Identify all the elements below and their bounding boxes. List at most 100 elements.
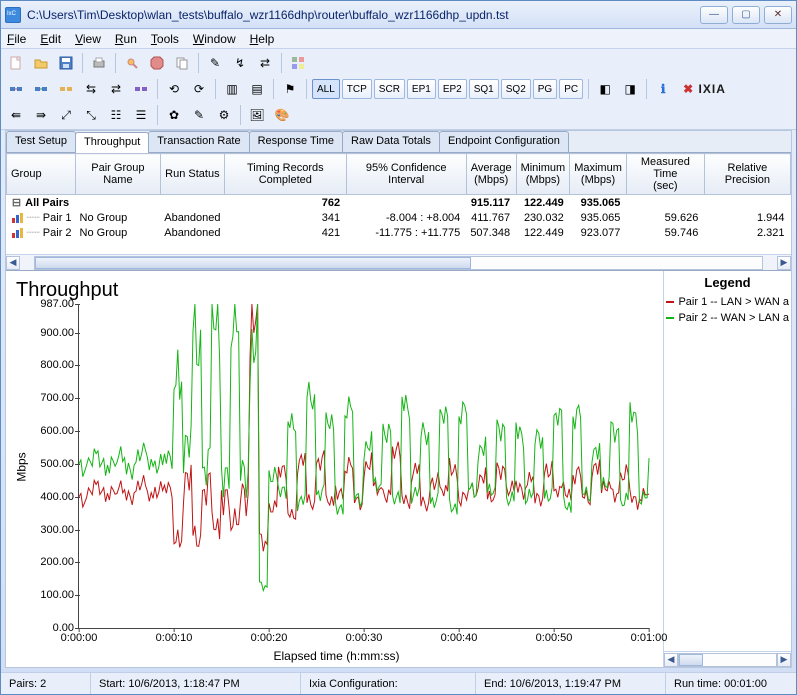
scroll-thumb[interactable] [35, 257, 471, 269]
plot[interactable]: 0:00:000:00:100:00:200:00:300:00:400:00:… [78, 304, 649, 629]
pairbtn-2-icon[interactable] [30, 78, 52, 100]
legend-scroll-thumb[interactable] [679, 654, 703, 666]
menu-file[interactable]: File [7, 32, 26, 46]
scroll-right-icon[interactable]: ▶ [777, 256, 791, 270]
menu-edit[interactable]: Edit [40, 32, 61, 46]
grid-icon[interactable] [287, 52, 309, 74]
grid-h-scrollbar[interactable]: ◀ ▶ [6, 254, 791, 270]
y-tick: 100.00 [30, 589, 74, 601]
scroll-track[interactable] [34, 256, 763, 270]
col-header[interactable]: Run Status [160, 154, 224, 195]
run-icon[interactable] [121, 52, 143, 74]
status-start: Start: 10/6/2013, 1:18:47 PM [91, 673, 301, 694]
menu-window[interactable]: Window [193, 32, 236, 46]
col-header[interactable]: Relative Precision [704, 154, 790, 195]
y-tick: 600.00 [30, 425, 74, 437]
filter-pill-pg[interactable]: PG [533, 79, 557, 99]
x-tick: 0:00:00 [61, 632, 98, 644]
tab-transaction-rate[interactable]: Transaction Rate [148, 131, 249, 152]
r3-4-icon[interactable]: ⤡ [80, 104, 102, 126]
col-header[interactable]: Average(Mbps) [466, 154, 516, 195]
r3-6-icon[interactable]: ☰ [130, 104, 152, 126]
r3-5-icon[interactable]: ☷ [105, 104, 127, 126]
new-icon[interactable] [5, 52, 27, 74]
r3-2-icon[interactable]: ⇛ [30, 104, 52, 126]
tool3-icon[interactable]: ⇄ [254, 52, 276, 74]
col-header[interactable]: Maximum(Mbps) [570, 154, 627, 195]
menu-run[interactable]: Run [115, 32, 137, 46]
status-end: End: 10/6/2013, 1:19:47 PM [476, 673, 666, 694]
table-row[interactable]: ┈┈ Pair 2No GroupAbandoned421-11.775 : +… [7, 225, 791, 240]
col-header[interactable]: Group [7, 154, 76, 195]
filter-pill-sq1[interactable]: SQ1 [469, 79, 499, 99]
pairbtn-6-icon[interactable] [130, 78, 152, 100]
results-grid[interactable]: GroupPair Group NameRun StatusTiming Rec… [6, 153, 791, 254]
filter-pill-pc[interactable]: PC [559, 79, 583, 99]
minimize-button[interactable]: — [700, 6, 728, 24]
toolbar-row-1: ✎ ↯ ⇄ [5, 51, 792, 75]
stop-icon[interactable] [146, 52, 168, 74]
scroll-left-icon[interactable]: ◀ [6, 256, 20, 270]
col-header[interactable]: 95% Confidence Interval [346, 154, 466, 195]
pairbtn-4-icon[interactable]: ⇆ [80, 78, 102, 100]
tool2-icon[interactable]: ↯ [229, 52, 251, 74]
legend-entry[interactable]: Pair 2 -- WAN > LAN a [664, 310, 791, 326]
misc1-icon[interactable]: ◧ [594, 78, 616, 100]
link1-icon[interactable]: ⟲ [163, 78, 185, 100]
r3-7-icon[interactable]: ✿ [163, 104, 185, 126]
view2-icon[interactable]: ▤ [246, 78, 268, 100]
col-header[interactable]: Pair Group Name [76, 154, 161, 195]
tool-icon[interactable]: ✎ [204, 52, 226, 74]
r3-10-icon[interactable]: 🖼 [246, 104, 268, 126]
close-button[interactable]: ✕ [764, 6, 792, 24]
open-icon[interactable] [30, 52, 52, 74]
tab-test-setup[interactable]: Test Setup [6, 131, 76, 152]
print-icon[interactable] [88, 52, 110, 74]
legend-scroll-left-icon[interactable]: ◀ [664, 653, 678, 667]
filter-pill-ep2[interactable]: EP2 [438, 79, 467, 99]
view1-icon[interactable]: ▥ [221, 78, 243, 100]
table-row[interactable]: ⊟ All Pairs762915.117122.449935.065 [7, 195, 791, 211]
filter-pill-sq2[interactable]: SQ2 [501, 79, 531, 99]
legend-h-scrollbar[interactable]: ◀ ▶ [664, 651, 791, 667]
y-tick: 300.00 [30, 524, 74, 536]
table-row[interactable]: ┈┈ Pair 1No GroupAbandoned341-8.004 : +8… [7, 210, 791, 225]
tab-raw-data-totals[interactable]: Raw Data Totals [342, 131, 440, 152]
link2-icon[interactable]: ⟳ [188, 78, 210, 100]
pairbtn-5-icon[interactable]: ⇄ [105, 78, 127, 100]
legend-entry[interactable]: Pair 1 -- LAN > WAN a [664, 294, 791, 310]
col-header[interactable]: Minimum(Mbps) [516, 154, 570, 195]
titlebar[interactable]: C:\Users\Tim\Desktop\wlan_tests\buffalo_… [1, 1, 796, 29]
menu-tools[interactable]: Tools [151, 32, 179, 46]
col-header[interactable]: Timing Records Completed [225, 154, 347, 195]
save-icon[interactable] [55, 52, 77, 74]
info-icon[interactable]: ℹ [652, 78, 674, 100]
filter-pill-all[interactable]: ALL [312, 79, 340, 99]
legend-scroll-right-icon[interactable]: ▶ [777, 653, 791, 667]
y-tick: 700.00 [30, 392, 74, 404]
filter-pill-scr[interactable]: SCR [374, 79, 405, 99]
maximize-button[interactable]: ▢ [732, 6, 760, 24]
copy-icon[interactable] [171, 52, 193, 74]
x-tick: 0:00:20 [251, 632, 288, 644]
col-header[interactable]: Measured Time(sec) [626, 154, 704, 195]
pairbtn-1-icon[interactable] [5, 78, 27, 100]
r3-1-icon[interactable]: ⇚ [5, 104, 27, 126]
flag-icon[interactable]: ⚑ [279, 78, 301, 100]
misc2-icon[interactable]: ◨ [619, 78, 641, 100]
tab-endpoint-configuration[interactable]: Endpoint Configuration [439, 131, 569, 152]
y-tick: 400.00 [30, 491, 74, 503]
filter-pill-ep1[interactable]: EP1 [407, 79, 436, 99]
r3-3-icon[interactable]: ⤢ [55, 104, 77, 126]
tab-response-time[interactable]: Response Time [249, 131, 343, 152]
tab-throughput[interactable]: Throughput [75, 132, 149, 153]
r3-8-icon[interactable]: ✎ [188, 104, 210, 126]
menu-help[interactable]: Help [250, 32, 275, 46]
client-area: Test SetupThroughputTransaction RateResp… [5, 130, 792, 668]
tabstrip: Test SetupThroughputTransaction RateResp… [6, 131, 791, 153]
menu-view[interactable]: View [75, 32, 101, 46]
pairbtn-3-icon[interactable] [55, 78, 77, 100]
r3-9-icon[interactable]: ⚙ [213, 104, 235, 126]
filter-pill-tcp[interactable]: TCP [342, 79, 372, 99]
r3-11-icon[interactable]: 🎨 [271, 104, 293, 126]
